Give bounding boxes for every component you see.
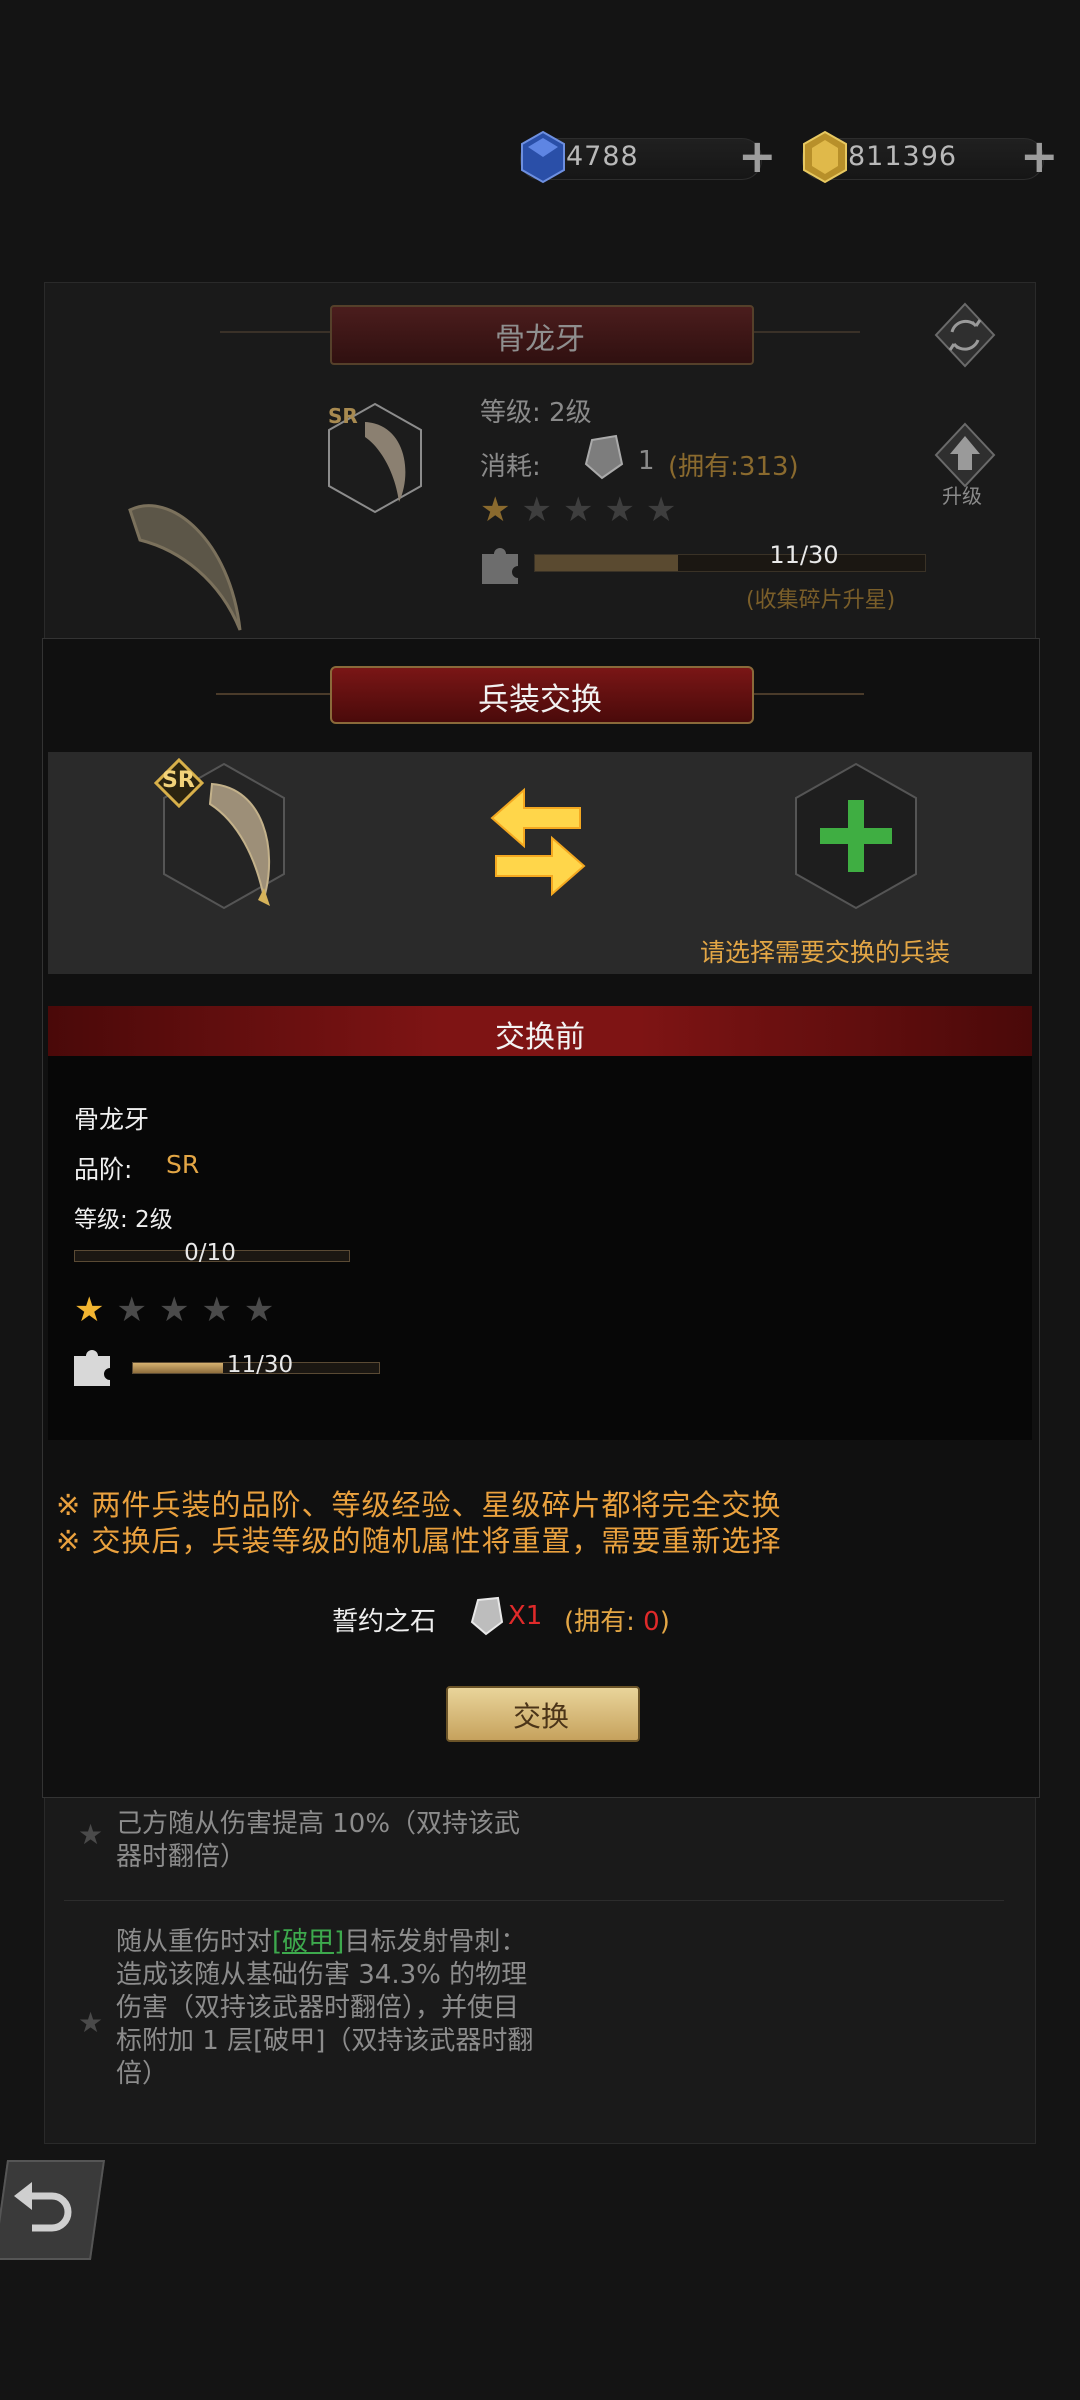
swap-button-label: 交换 [512,1700,569,1733]
select-hint: 请选择需要交换的兵装 [700,938,951,967]
add-target-item-slot[interactable] [792,762,920,910]
item-title: 骨龙牙 [495,322,585,357]
upgrade-label: 升级 [942,484,982,508]
bonus-star-icon: ★ [78,2006,104,2039]
swap-arrows-icon [490,787,586,897]
swap-cost-qty: X1 [508,1601,543,1631]
item-level: 等级: 2级 [480,398,592,428]
before-fragment-count: 11/30 [226,1352,294,1378]
swap-cost-owned: (拥有: 0) [564,1601,670,1638]
before-quality-label: 品阶: [74,1155,133,1184]
gold-coin-icon [803,130,847,184]
bonus-star-icon: ★ [78,1818,104,1851]
owned-value: 0 [643,1607,660,1637]
before-quality-value: SR [166,1150,200,1179]
refresh-icon[interactable] [930,300,1000,370]
before-level: 等级: 2级 [74,1207,173,1233]
blue-gem-icon [521,130,565,184]
bonus-text-2-before: 随从重伤时对 [116,1927,273,1957]
upgrade-cost-owned: (拥有:313) [668,452,799,482]
swap-cost-label: 誓约之石 [332,1607,437,1637]
fragment-count: 11/30 [769,541,839,569]
before-item-name: 骨龙牙 [74,1105,150,1134]
fragment-progress-fill [535,555,678,571]
add-gems-button[interactable]: + [738,133,777,179]
modal-title-divider-right [750,693,864,695]
title-divider-right [750,331,860,333]
swap-note-2: ※ 交换后，兵装等级的随机属性将重置，需要重新选择 [56,1524,782,1558]
item-star-rating: ★★★★★ [480,490,687,530]
star-filled-icon: ★ [480,490,522,530]
puzzle-piece-icon [482,548,518,584]
back-arrow-icon [14,2182,72,2232]
owned-prefix: (拥有: [564,1607,644,1637]
modal-title-divider-left [216,693,330,695]
upgrade-cost-amount: 1 [638,446,655,476]
gem-count: 4788 [566,141,639,172]
rarity-badge: SR [328,404,358,428]
modal-title: 兵装交换 [478,682,602,718]
owned-suffix: ) [659,1607,670,1637]
bonus-divider [64,1900,1004,1901]
bonus-text-2: 随从重伤时对[破甲]目标发射骨刺：造成该随从基础伤害 34.3% 的物理伤害（双… [116,1926,536,2091]
puzzle-piece-icon [74,1350,110,1386]
exp-count: 0/10 [184,1240,236,1266]
oath-stone-icon [470,1596,504,1636]
star-empty-icon: ★★★★ [116,1290,287,1330]
star-empty-icon: ★★★★ [521,490,688,530]
bonus-text-1: 己方随从伤害提高 10%（双持该武器时翻倍） [116,1809,521,1872]
fragment-hint: (收集碎片升星) [746,588,896,613]
current-item-rarity: SR [162,768,195,793]
bone-fang-art [128,504,242,631]
gold-count: 811396 [848,141,958,172]
armor-break-link[interactable]: [破甲] [272,1927,344,1957]
upgrade-cost-label: 消耗: [480,452,541,482]
title-divider-left [220,331,330,333]
before-star-rating: ★★★★★ [74,1290,286,1330]
star-filled-icon: ★ [74,1290,117,1330]
before-section-title: 交换前 [495,1020,585,1055]
stone-icon [584,434,624,480]
add-gold-button[interactable]: + [1020,133,1059,179]
